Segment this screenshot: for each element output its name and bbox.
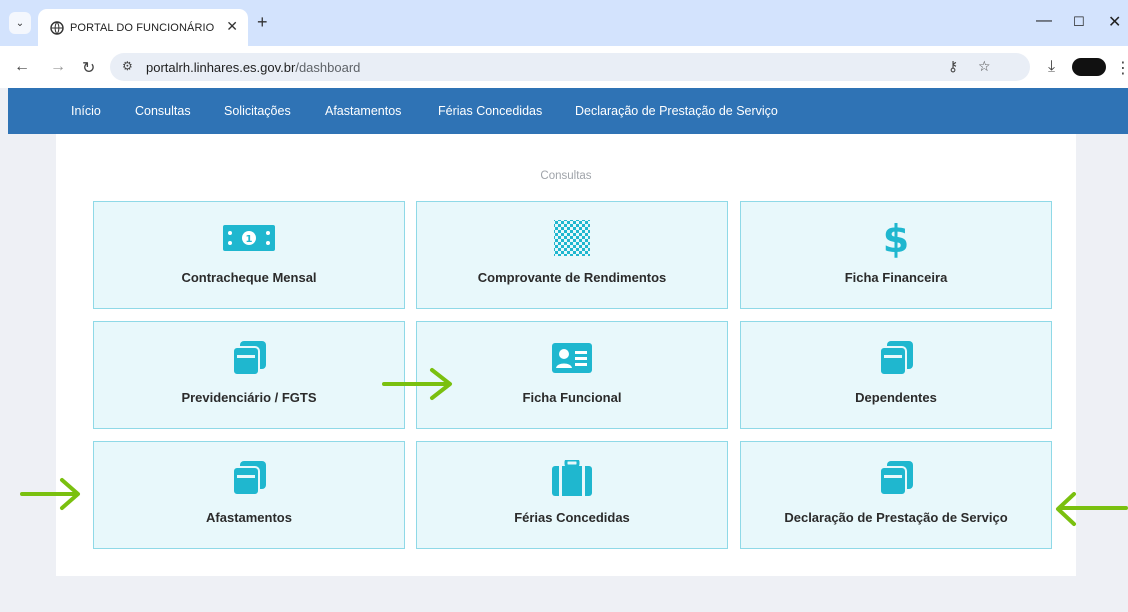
url-path: /dashboard <box>295 60 361 75</box>
card-ferias-concedidas[interactable]: Férias Concedidas <box>416 441 728 549</box>
browser-tab-bar: ⌄ PORTAL DO FUNCIONÁRIO ✕ + — ☐ ✕ <box>0 0 1128 46</box>
svg-text:1: 1 <box>246 234 253 245</box>
nav-item-afastamentos[interactable]: Afastamentos <box>325 104 401 118</box>
password-key-icon[interactable]: ⚷ <box>948 58 958 75</box>
new-tab-icon[interactable]: + <box>257 12 268 33</box>
back-icon[interactable]: ← <box>14 58 30 76</box>
dollar-icon: $ <box>883 218 909 258</box>
card-comprovante-rendimentos[interactable]: Comprovante de Rendimentos <box>416 201 728 309</box>
section-title: Consultas <box>540 170 592 182</box>
tab-close-icon[interactable]: ✕ <box>226 18 238 35</box>
copy-icon <box>232 341 266 376</box>
card-contracheque-mensal[interactable]: 1 Contracheque Mensal <box>93 201 405 309</box>
address-bar[interactable]: ⚙ portalrh.linhares.es.gov.br/dashboard … <box>110 53 1030 81</box>
svg-text:$: $ <box>883 218 909 258</box>
more-menu-icon[interactable]: ⋮ <box>1115 58 1128 78</box>
card-label: Ficha Funcional <box>522 390 622 405</box>
card-label: Contracheque Mensal <box>181 270 317 285</box>
url-text: portalrh.linhares.es.gov.br/dashboard <box>146 60 360 75</box>
copy-icon <box>879 341 913 376</box>
card-label: Ficha Financeira <box>844 270 948 285</box>
browser-toolbar: ← → ↻ ⚙ portalrh.linhares.es.gov.br/dash… <box>0 46 1128 88</box>
nav-item-solicitacoes[interactable]: Solicitações <box>224 104 291 118</box>
card-previdenciario-fgts[interactable]: Previdenciário / FGTS <box>93 321 405 429</box>
tab-search-chevron-icon[interactable]: ⌄ <box>9 12 31 34</box>
download-icon[interactable]: ⤓ <box>1048 58 1055 76</box>
arrow-right-icon <box>382 368 452 400</box>
consultas-panel: Consultas 1 Contracheque Mensal Comprova… <box>56 134 1076 576</box>
avatar[interactable] <box>1072 58 1106 76</box>
minimize-icon[interactable]: — <box>1036 12 1052 30</box>
card-ficha-financeira[interactable]: $ Ficha Financeira <box>740 201 1052 309</box>
card-afastamentos[interactable]: Afastamentos <box>93 441 405 549</box>
card-label: Férias Concedidas <box>514 510 630 525</box>
card-label: Declaração de Prestação de Serviço <box>784 510 1008 525</box>
copy-icon <box>232 461 266 496</box>
url-host: portalrh.linhares.es.gov.br <box>146 60 296 75</box>
copy-icon <box>879 461 913 496</box>
main-nav: Início Consultas Solicitações Afastament… <box>8 88 1128 134</box>
site-settings-icon[interactable]: ⚙ <box>122 59 133 73</box>
id-card-icon <box>552 343 592 373</box>
card-dependentes[interactable]: Dependentes <box>740 321 1052 429</box>
nav-item-inicio[interactable]: Início <box>71 104 101 118</box>
browser-tab[interactable]: PORTAL DO FUNCIONÁRIO ✕ <box>38 9 248 46</box>
card-ficha-funcional[interactable]: Ficha Funcional <box>416 321 728 429</box>
card-label: Previdenciário / FGTS <box>181 390 317 405</box>
globe-icon <box>50 21 64 35</box>
maximize-icon[interactable]: ☐ <box>1073 14 1085 30</box>
window-close-icon[interactable]: ✕ <box>1108 12 1121 32</box>
reload-icon[interactable]: ↻ <box>82 58 95 78</box>
nav-item-declaracao[interactable]: Declaração de Prestação de Serviço <box>575 104 778 118</box>
checkered-document-icon <box>554 220 590 256</box>
tab-title: PORTAL DO FUNCIONÁRIO <box>70 22 215 34</box>
money-bill-icon: 1 <box>223 225 275 251</box>
card-label: Comprovante de Rendimentos <box>477 270 667 285</box>
card-label: Afastamentos <box>206 510 292 525</box>
card-declaracao-prestacao-servico[interactable]: Declaração de Prestação de Serviço <box>740 441 1052 549</box>
nav-item-ferias-concedidas[interactable]: Férias Concedidas <box>438 104 542 118</box>
suitcase-icon <box>552 460 592 496</box>
card-label: Dependentes <box>855 390 937 405</box>
arrow-left-icon <box>1056 492 1128 526</box>
nav-item-consultas[interactable]: Consultas <box>135 104 191 118</box>
arrow-right-icon <box>20 478 80 510</box>
bookmark-star-icon[interactable]: ☆ <box>978 58 991 75</box>
forward-icon[interactable]: → <box>50 58 66 76</box>
